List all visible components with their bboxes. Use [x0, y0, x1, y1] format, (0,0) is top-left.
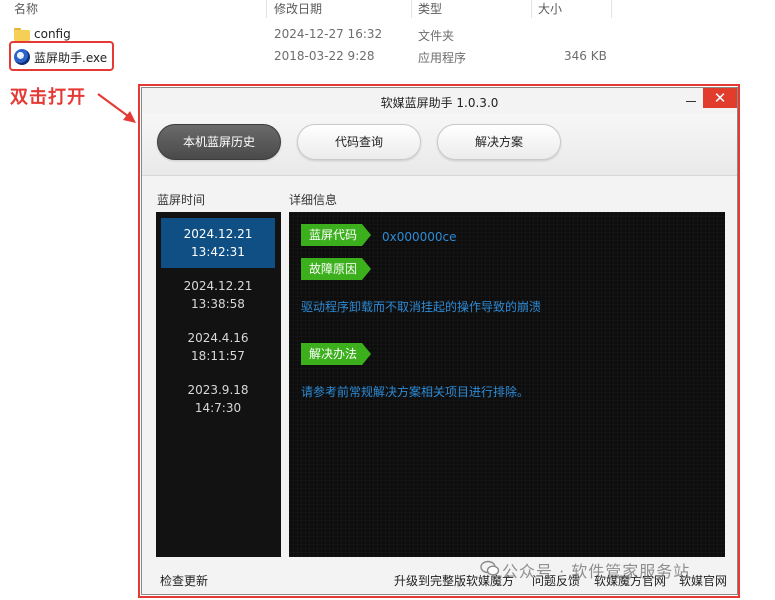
- column-header-name[interactable]: 名称: [14, 0, 38, 18]
- file-type: 文件夹: [418, 29, 455, 43]
- column-header-size[interactable]: 大小: [538, 0, 562, 18]
- column-separator[interactable]: [266, 0, 267, 18]
- file-row-config[interactable]: config 2024-12-27 16:32 文件夹: [0, 24, 775, 46]
- file-modified: 2024-12-27 16:32: [274, 27, 383, 41]
- file-type: 应用程序: [418, 51, 467, 65]
- annotation-highlight-box: [9, 41, 114, 71]
- column-separator[interactable]: [611, 0, 612, 18]
- column-separator[interactable]: [531, 0, 532, 18]
- annotation-label: 双击打开: [10, 87, 86, 108]
- file-row-bluescreen-helper[interactable]: 蓝屏助手.exe 2018-03-22 9:28 应用程序 346 KB: [0, 46, 775, 68]
- folder-icon: [14, 28, 30, 41]
- annotation-window-outline: [138, 84, 740, 598]
- file-size: 346 KB: [564, 49, 607, 63]
- column-separator[interactable]: [411, 0, 412, 18]
- watermark-text: 公众号 · 软件管家服务站: [502, 562, 691, 581]
- file-name: config: [34, 27, 71, 41]
- file-modified: 2018-03-22 9:28: [274, 49, 375, 63]
- column-header-type[interactable]: 类型: [418, 0, 442, 18]
- column-header-modified[interactable]: 修改日期: [274, 0, 322, 18]
- file-explorer: 名称 修改日期 类型 大小 config 2024-12-27 16:32 文件…: [0, 0, 775, 80]
- wechat-icon: [480, 560, 500, 576]
- annotation-arrow-icon: [97, 93, 136, 123]
